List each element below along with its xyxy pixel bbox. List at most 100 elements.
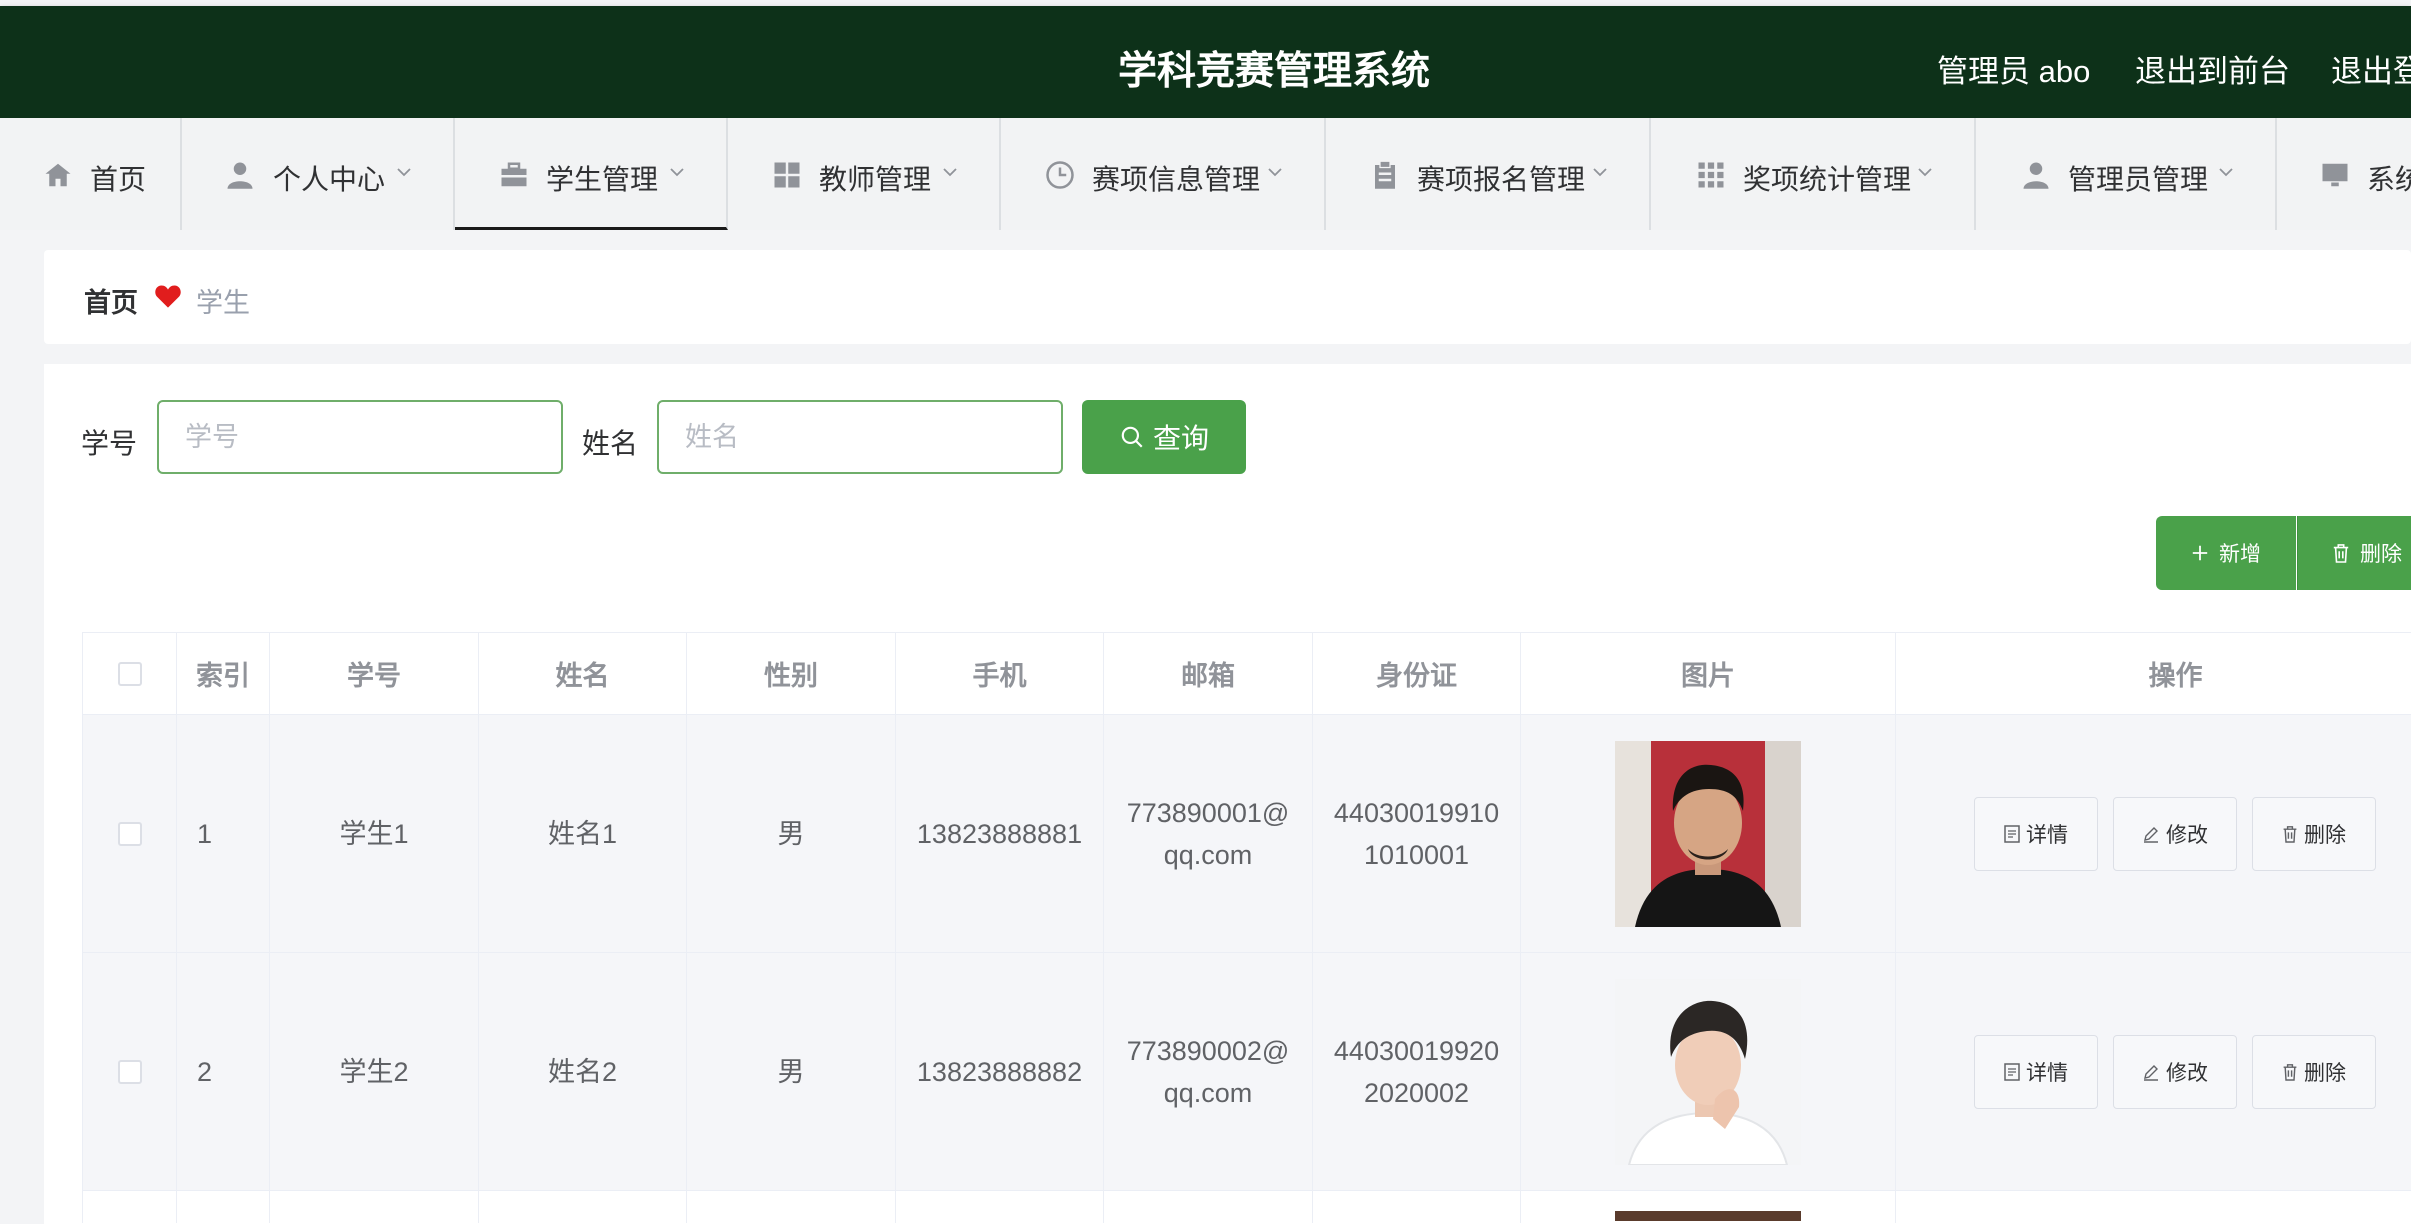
detail-button-label: 详情: [2026, 1062, 2068, 1085]
nav-item-label: 首页: [90, 164, 147, 195]
email-line: qq.com: [1163, 839, 1253, 870]
table-cell-name: 姓名1: [479, 715, 687, 953]
nav-item-award-stats[interactable]: 奖项统计管理: [1651, 118, 1976, 230]
clipboard-icon: [1375, 160, 1395, 189]
table-cell-index: 1: [177, 715, 270, 953]
column-header: 图片: [1521, 633, 1896, 715]
table-row-select[interactable]: [83, 715, 177, 953]
document-icon: [2004, 1063, 2020, 1081]
nav-item-label: 个人中心: [273, 164, 386, 195]
top-header: 学科竞赛管理系统 管理员 abo 退出到前台 退出登: [0, 6, 2411, 118]
name-label: 姓名: [582, 428, 639, 459]
student-photo[interactable]: [1615, 978, 1801, 1165]
batch-delete-button[interactable]: 删除: [2297, 516, 2411, 590]
nav-item-label: 管理员管理: [2068, 164, 2209, 195]
admin-user-label[interactable]: 管理员 abo: [1937, 46, 2090, 91]
grid-icon: [774, 162, 800, 188]
column-header: 性别: [687, 633, 896, 715]
query-button[interactable]: 查询: [1082, 400, 1246, 474]
table-cell-email: 773890002@ qq.com: [1104, 953, 1313, 1191]
trash-icon: [2333, 544, 2349, 563]
column-header: 姓名: [479, 633, 687, 715]
nav-item-profile[interactable]: 个人中心: [182, 118, 455, 230]
add-button[interactable]: 新增: [2156, 516, 2296, 590]
detail-button[interactable]: 详情: [1974, 797, 2098, 871]
table-cell-id-card: 44030019910 1010001: [1313, 715, 1521, 953]
student-no-label: 学号: [81, 428, 138, 459]
edit-button[interactable]: 修改: [2113, 797, 2237, 871]
table-row-partial: [687, 1191, 896, 1223]
logout-link[interactable]: 退出登: [2331, 46, 2411, 91]
edit-button[interactable]: 修改: [2113, 1035, 2237, 1109]
column-header: 邮箱: [1104, 633, 1313, 715]
table-cell-email: 773890001@ qq.com: [1104, 715, 1313, 953]
trash-icon: [2283, 826, 2297, 843]
chevron-down-icon: [1268, 168, 1282, 177]
row-checkbox[interactable]: [117, 821, 142, 846]
detail-button-label: 详情: [2026, 824, 2068, 847]
breadcrumb-home[interactable]: 首页: [84, 281, 138, 320]
id-card-line: 44030019910: [1333, 797, 1500, 828]
nav-item-home[interactable]: 首页: [0, 118, 182, 230]
add-button-label: 新增: [2219, 543, 2261, 566]
edit-button-label: 修改: [2166, 824, 2208, 847]
column-header: 手机: [896, 633, 1104, 715]
heart-icon: [155, 285, 181, 308]
query-button-label: 查询: [1152, 423, 1209, 454]
table-row-partial: [1896, 1191, 2411, 1223]
table-row-partial: [83, 1191, 177, 1223]
student-no-input[interactable]: [157, 400, 563, 474]
nav-item-label: 教师管理: [819, 164, 932, 195]
column-header: 身份证: [1313, 633, 1521, 715]
delete-button[interactable]: 删除: [2252, 797, 2376, 871]
id-card-line: 2020002: [1363, 1077, 1470, 1108]
table-cell-student-no: 学生1: [270, 715, 479, 953]
table-cell-photo: [1521, 715, 1896, 953]
email-line: 773890002@: [1126, 1035, 1290, 1066]
table-row-partial: [479, 1191, 687, 1223]
app-title: 学科竞赛管理系统: [1118, 50, 1431, 93]
chevron-down-icon: [1593, 168, 1607, 177]
student-photo[interactable]: [1615, 740, 1801, 927]
column-header: 学号: [270, 633, 479, 715]
delete-button[interactable]: 删除: [2252, 1035, 2376, 1109]
nav-item-teacher-management[interactable]: 教师管理: [728, 118, 1001, 230]
nav-item-label: 系统: [2367, 164, 2411, 195]
exit-to-front-link[interactable]: 退出到前台: [2135, 46, 2290, 91]
table-cell-photo: [1521, 1191, 1896, 1223]
table-cell-name: 姓名2: [479, 953, 687, 1191]
nav-item-competition-info[interactable]: 赛项信息管理: [1001, 118, 1326, 230]
name-input[interactable]: [657, 400, 1063, 474]
document-icon: [2004, 825, 2020, 843]
row-checkbox[interactable]: [117, 1059, 142, 1084]
table-row-select[interactable]: [83, 953, 177, 1191]
table-cell-student-no: 学生2: [270, 953, 479, 1191]
nav-item-admin-management[interactable]: 管理员管理: [1976, 118, 2277, 230]
nav-item-student-management[interactable]: 学生管理: [455, 118, 728, 230]
table-row-partial: [896, 1191, 1104, 1223]
column-header: 操作: [1896, 633, 2411, 715]
table-cell-index: 2: [177, 953, 270, 1191]
chevron-down-icon: [397, 168, 411, 177]
plus-icon: [2192, 545, 2208, 561]
student-table: 索引 学号 姓名 性别 手机 邮箱 身份证 图片 操作 1 学生1 姓名1 男 …: [82, 632, 2411, 1223]
table-row-partial: [1104, 1191, 1313, 1223]
nav-item-competition-signup[interactable]: 赛项报名管理: [1326, 118, 1651, 230]
id-card-line: 1010001: [1363, 839, 1470, 870]
student-photo-partial: [1615, 1211, 1801, 1221]
detail-button[interactable]: 详情: [1974, 1035, 2098, 1109]
table-cell-phone: 13823888882: [896, 953, 1104, 1191]
nav-item-label: 学生管理: [546, 164, 659, 195]
nav-item-system[interactable]: 系统: [2277, 118, 2411, 230]
table-row-partial: [270, 1191, 479, 1223]
nav-item-label: 赛项信息管理: [1092, 164, 1261, 195]
column-header: 索引: [177, 633, 270, 715]
chevron-down-icon: [2219, 168, 2233, 177]
id-card-line: 44030019920: [1333, 1035, 1500, 1066]
select-all-checkbox[interactable]: [117, 661, 142, 686]
header-select-all[interactable]: [83, 633, 177, 715]
email-line: qq.com: [1163, 1077, 1253, 1108]
table-cell-id-card: 44030019920 2020002: [1313, 953, 1521, 1191]
table-cell-gender: 男: [687, 953, 896, 1191]
delete-button-label: 删除: [2304, 824, 2346, 847]
